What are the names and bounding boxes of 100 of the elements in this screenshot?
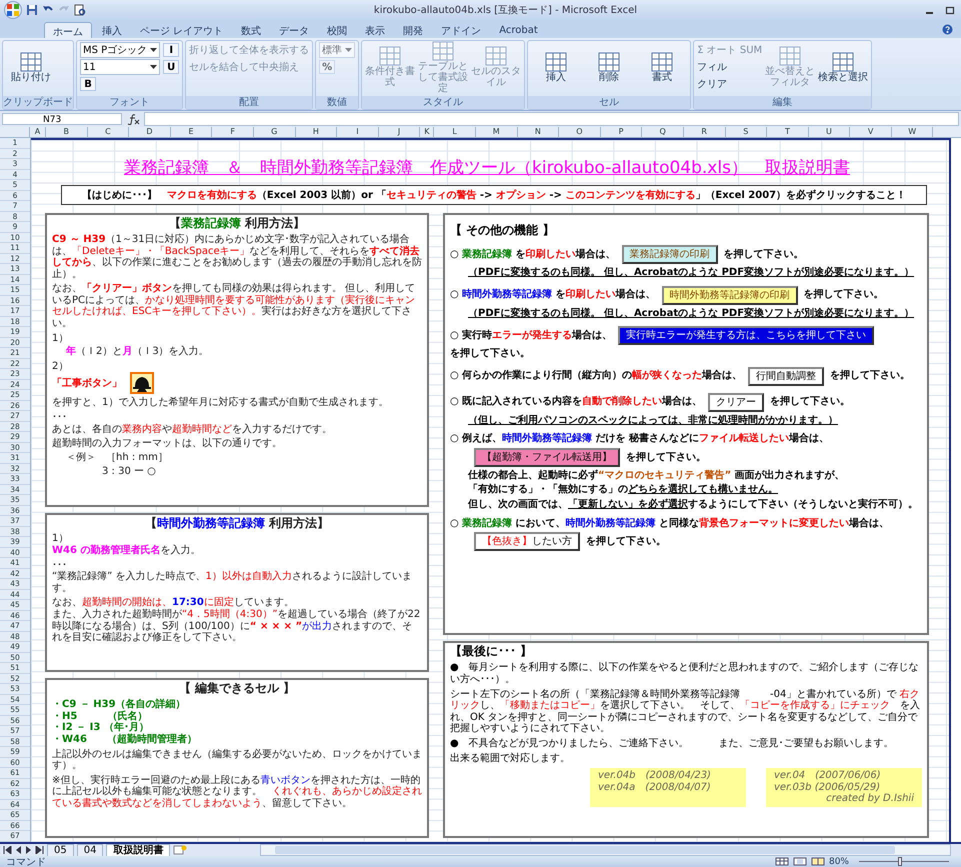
column-header[interactable]: K bbox=[420, 127, 434, 137]
paragraph-text: 年（Ｉ2）と月（Ｉ3）を入力。 bbox=[64, 346, 210, 358]
macro-button[interactable]: クリアー bbox=[708, 392, 764, 412]
macro-button[interactable]: 行間自動調整 bbox=[748, 366, 824, 386]
paragraph-text: ･･･ bbox=[52, 560, 67, 571]
formula-field[interactable] bbox=[144, 112, 959, 126]
caret-icon bbox=[150, 64, 158, 70]
column-header[interactable]: J bbox=[378, 127, 420, 137]
function-icon[interactable] bbox=[126, 114, 140, 124]
column-header[interactable]: D bbox=[129, 127, 171, 137]
ribbon-tab[interactable]: ページ レイアウト bbox=[132, 22, 232, 38]
ribbon-button[interactable]: 書式 bbox=[637, 52, 688, 82]
horizontal-scrollbar[interactable] bbox=[260, 844, 951, 856]
paragraph-text: 1） bbox=[52, 533, 70, 545]
ribbon-button[interactable]: クリア bbox=[697, 77, 762, 91]
ribbon-group: 貼り付け クリップボード bbox=[2, 40, 74, 110]
column-header[interactable]: B bbox=[46, 127, 88, 137]
ribbon-button[interactable]: 挿入 bbox=[531, 52, 582, 82]
instruction-text: を押して下さい。 bbox=[626, 452, 706, 464]
panel-heading: 【最後に･･･ 】 bbox=[450, 645, 534, 660]
ribbon-tab[interactable]: データ bbox=[271, 22, 318, 38]
column-header[interactable]: V bbox=[850, 127, 892, 137]
ribbon-group: 折り返して全体を表示する セルを結合して中央揃え 配置 bbox=[185, 40, 314, 110]
ribbon-button[interactable]: 削除 bbox=[584, 52, 634, 82]
print-preview-icon[interactable] bbox=[74, 4, 86, 16]
column-header[interactable]: G bbox=[254, 127, 296, 137]
zoom-slider[interactable] bbox=[898, 857, 902, 866]
sheet-tab[interactable]: 取扱説明書 bbox=[106, 844, 170, 856]
instruction-text: を押すと、1）で入力した希望年月に対応する書式が自動で生成されます。 bbox=[52, 397, 388, 410]
sheet-title: 業務記録簿 ＆ 時間外勤務等記録簿 作成ツール（kirokubo-allauto04b.xls） 取扱説明書 bbox=[123, 157, 851, 179]
insert-sheet-icon[interactable] bbox=[173, 845, 188, 855]
ribbon-tab[interactable]: 挿入 bbox=[94, 22, 130, 38]
column-header[interactable]: L bbox=[434, 127, 476, 137]
paragraph-text: ・I2 － I3 （年･月） bbox=[52, 722, 150, 734]
ribbon-tab[interactable]: アドイン bbox=[433, 22, 490, 38]
column-header[interactable]: W bbox=[892, 127, 934, 137]
page-layout-icon[interactable] bbox=[792, 857, 807, 866]
format-button[interactable]: I bbox=[163, 43, 180, 57]
column-header[interactable]: N bbox=[518, 127, 560, 137]
panel-heading: 【業務記録簿 利用方法】 bbox=[168, 217, 306, 231]
column-header[interactable]: I bbox=[337, 127, 379, 137]
format-button[interactable]: U bbox=[163, 60, 180, 74]
helmet-icon[interactable] bbox=[130, 372, 154, 394]
office-button[interactable] bbox=[4, 1, 22, 19]
paragraph-text: また、ご意見･ご要望もお願いします。 bbox=[718, 738, 894, 750]
last-sheet-icon[interactable] bbox=[35, 846, 44, 854]
restore-icon[interactable] bbox=[945, 5, 955, 15]
column-header[interactable]: F bbox=[212, 127, 254, 137]
column-header[interactable]: E bbox=[170, 127, 212, 137]
column-header[interactable]: U bbox=[808, 127, 850, 137]
paragraph-text: なお、「クリアー」ボタンを押しても同様の効果は得られます。 但し、利用しているPCによっては、かなり処理時間を要する可能性があります（実行後にキャンセルしたければ、ESCキーを押して下さい）。実行はお好きな方を選択して下さい。 bbox=[52, 283, 416, 330]
column-header[interactable]: M bbox=[476, 127, 518, 137]
macro-button[interactable]: 実行時エラーが発生する方は、こちらを押して下さい bbox=[618, 326, 874, 346]
page-break-icon[interactable] bbox=[810, 857, 825, 866]
dropdown-field[interactable]: MS Pゴシック bbox=[80, 42, 160, 58]
paragraph-text: （PDFに変換するのも同様。 但し、Acrobatのような PDF変換ソフトが別途必要になります。） bbox=[467, 266, 916, 278]
paragraph-text: “業務記録簿” を入力した時点で、1）以外は自動入力 されるように設計しています。 bbox=[52, 571, 413, 594]
first-sheet-icon[interactable] bbox=[3, 846, 12, 854]
paragraph-text: （PDFに変換するのも同様。 但し、Acrobatのような PDF変換ソフトが別途必要になります。） bbox=[467, 308, 916, 320]
name-box[interactable]: N73 bbox=[2, 113, 122, 125]
ribbon-tab[interactable]: 数式 bbox=[233, 22, 270, 38]
sheet-tab[interactable]: 05 bbox=[47, 844, 74, 856]
next-sheet-icon[interactable] bbox=[25, 846, 32, 854]
format-button[interactable]: B bbox=[80, 77, 96, 91]
column-header[interactable]: R bbox=[684, 127, 726, 137]
dropdown-field[interactable]: 11 bbox=[80, 59, 160, 75]
column-header[interactable]: Q bbox=[642, 127, 684, 137]
ribbon-tab[interactable]: 開発 bbox=[395, 22, 432, 38]
column-header[interactable]: T bbox=[767, 127, 809, 137]
ribbon-tab[interactable]: ホーム bbox=[44, 22, 92, 38]
column-header[interactable]: P bbox=[600, 127, 642, 137]
paragraph-text: 超勤時間の入力フォーマットは、以下の通りです。 bbox=[52, 438, 283, 450]
column-header[interactable]: S bbox=[726, 127, 768, 137]
macro-button[interactable]: 業務記録簿の印刷 bbox=[622, 244, 718, 264]
normal-view-icon[interactable] bbox=[774, 857, 789, 866]
column-header[interactable]: H bbox=[296, 127, 338, 137]
ribbon-tab[interactable]: 表示 bbox=[357, 22, 394, 38]
paragraph-text: あとは、各自の業務内容や超勤時間などを入力するだけです。 bbox=[52, 424, 333, 436]
paragraph-text: （但し、ご利用パソコンのスペックによっては、非常に処理時間がかかります。） bbox=[467, 414, 839, 426]
paragraph-text: ･･･ bbox=[52, 412, 68, 424]
sheet-tab[interactable]: 04 bbox=[76, 844, 104, 856]
column-header[interactable]: A bbox=[30, 127, 46, 137]
ribbon-button[interactable]: 検索と選択 bbox=[818, 52, 868, 82]
ribbon-button[interactable]: フィル bbox=[697, 60, 762, 74]
macro-button[interactable]: 時間外勤務等記録簿の印刷 bbox=[662, 286, 798, 304]
macro-button[interactable]: 【色抜き】したい方 bbox=[474, 532, 580, 552]
paragraph-text: ・H5 （氏名） bbox=[52, 710, 148, 722]
help-icon[interactable] bbox=[942, 24, 953, 35]
ribbon-tab[interactable]: Acrobat bbox=[491, 22, 546, 38]
ribbon-button[interactable]: 貼り付け bbox=[6, 52, 56, 82]
column-header[interactable]: C bbox=[88, 127, 130, 137]
paragraph-text: また、入力された超勤時間が“4．5時間（4:30）”を超過している場合（終了が22時以降になる場合）は、S列（100/100）に“ × × × ”が出力 されますので、それを目安に確認および修正をして下さい。 bbox=[52, 608, 422, 644]
column-header[interactable]: O bbox=[559, 127, 601, 137]
instruction-text: ○ 何らかの作業により行間（縦方向）の幅が狭くなった場合は、 bbox=[450, 370, 742, 382]
previous-sheet-icon[interactable] bbox=[15, 846, 22, 854]
zoom-level[interactable]: 80% bbox=[828, 856, 849, 866]
table-icon bbox=[432, 40, 454, 60]
ribbon-tab[interactable]: 校閲 bbox=[319, 22, 356, 38]
macro-button[interactable]: 【超勤簿・ファイル転送用】 bbox=[474, 448, 620, 467]
instruction-text: 「工事ボタン」 bbox=[52, 378, 122, 390]
